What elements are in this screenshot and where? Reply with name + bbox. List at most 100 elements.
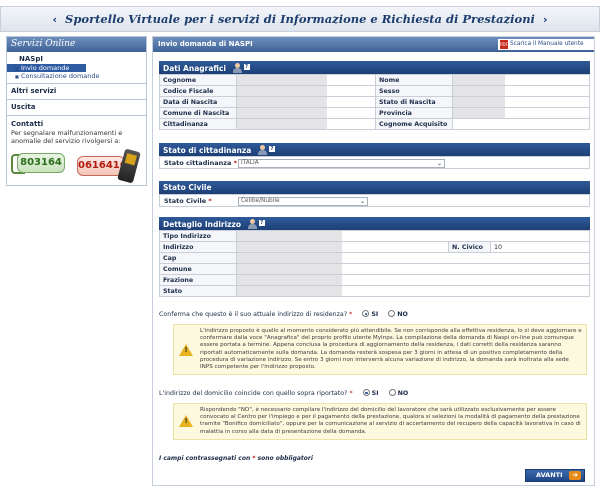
question-residenza: Conferma che questo è il suo attuale ind…: [159, 310, 408, 318]
section-header: Stato Civile: [159, 181, 590, 194]
person-icon: [247, 219, 258, 229]
indirizzo-table: Tipo Indirizzo Indirizzo N. Civico 10 Ca…: [159, 230, 590, 297]
note-suffix: sono obbligatori: [257, 455, 313, 462]
select-value: ITALIA: [241, 160, 259, 166]
sidebar-item-naspi[interactable]: NASpI: [7, 52, 146, 64]
required-mark: *: [252, 455, 256, 462]
label-stato: Stato: [159, 285, 237, 297]
label-stato-nascita: Stato di Nascita: [375, 96, 453, 108]
table-row: Cognome Nome: [159, 74, 590, 86]
contact-phones: 803164 06164164: [7, 148, 146, 188]
table-row: Comune di Nascita Provincia: [159, 107, 590, 119]
sidebar-item-consultazione-domande[interactable]: Consultazione domande: [7, 72, 146, 81]
table-row: Frazione: [159, 274, 590, 286]
radio-label: NO: [397, 390, 409, 397]
download-manual-link[interactable]: PDF Scarica il Manuale utente: [498, 39, 594, 50]
page-title: Invio domanda di NASPI: [158, 40, 253, 48]
phone-number-fixed: 803164: [17, 153, 65, 173]
value-provincia: [452, 107, 590, 119]
anagrafica-table: Cognome Nome Codice Fiscale Sesso Data d…: [159, 74, 590, 130]
radio-domicilio-si[interactable]: [362, 389, 370, 396]
warning-icon: [179, 343, 193, 356]
next-button[interactable]: AVANTI ➜: [525, 469, 585, 482]
pdf-icon: PDF: [500, 40, 508, 49]
value-indirizzo: [236, 241, 449, 253]
value-cognome: [236, 74, 376, 86]
section-title: Stato Civile: [163, 183, 212, 192]
contatti-title: Contatti: [11, 120, 44, 128]
required-mark: *: [233, 159, 238, 167]
label-frazione: Frazione: [159, 274, 237, 286]
person-icon: [232, 63, 243, 73]
banner-title: Sportello Virtuale per i servizi di Info…: [65, 12, 535, 26]
label-comune-nascita: Comune di Nascita: [159, 107, 237, 119]
table-row: Indirizzo N. Civico 10: [159, 241, 590, 253]
radio-residenza-si[interactable]: [362, 310, 370, 317]
required-mark: *: [208, 197, 212, 205]
help-icon[interactable]: ?: [243, 64, 250, 70]
value-cap: [236, 252, 590, 264]
required-fields-note: I campi contrassegnati con * sono obblig…: [159, 455, 313, 462]
mobile-phone-icon: [117, 148, 141, 184]
select-value: Celibe/Nubile: [241, 198, 280, 204]
sidebar-header: Servizi Online: [7, 37, 146, 52]
chevron-right-icon[interactable]: ›: [543, 13, 548, 26]
section-dati-anagrafici: Dati Anagrafici ? Cognome Nome Codice Fi…: [159, 61, 590, 130]
value-codice-fiscale: [236, 85, 376, 97]
radio-residenza-no[interactable]: [388, 310, 396, 317]
help-icon[interactable]: ?: [258, 220, 265, 226]
value-cognome-acquisito: [452, 118, 590, 130]
main-header: Invio domanda di NASPI PDF Scarica il Ma…: [153, 37, 594, 52]
warning-domicilio: Rispondendo "NO", è necessario compilare…: [173, 403, 587, 440]
warning-text: Rispondendo "NO", è necessario compilare…: [200, 407, 581, 435]
value-data-nascita: [236, 96, 376, 108]
label-civico: N. Civico: [448, 241, 491, 253]
stato-civile-select[interactable]: Celibe/Nubile ⌄: [238, 197, 368, 206]
value-comune-nascita: [236, 107, 376, 119]
table-row: Data di Nascita Stato di Nascita: [159, 96, 590, 108]
section-stato-civile: Stato Civile Stato Civile * Celibe/Nubil…: [159, 181, 590, 207]
question-text: Conferma che questo è il suo attuale ind…: [159, 311, 348, 318]
download-manual-label: Scarica il Manuale utente: [510, 41, 584, 47]
section-stato-cittadinanza: Stato di cittadinanza ? Stato cittadinan…: [159, 143, 590, 169]
sidebar-item-invio-domande[interactable]: Invio domande: [7, 64, 86, 73]
question-domicilio: L'indirizzo del domicilio coincide con q…: [159, 389, 408, 397]
field-stato-civile: Stato Civile * Celibe/Nubile ⌄: [159, 194, 590, 207]
label-codice-fiscale: Codice Fiscale: [159, 85, 237, 97]
label-provincia: Provincia: [375, 107, 453, 119]
sidebar-item-uscita[interactable]: Uscita: [7, 100, 146, 112]
table-row: Tipo Indirizzo: [159, 230, 590, 242]
warning-text: L'indirizzo proposto è quello al momento…: [200, 328, 582, 371]
label-comune: Comune: [159, 263, 237, 275]
warning-icon: [179, 415, 193, 428]
note-prefix: I campi contrassegnati con: [159, 455, 251, 462]
section-header: Dettaglio Indirizzo ?: [159, 217, 590, 230]
section-dettaglio-indirizzo: Dettaglio Indirizzo ? Tipo Indirizzo Ind…: [159, 217, 590, 297]
label-cognome: Cognome: [159, 74, 237, 86]
next-button-label: AVANTI: [536, 471, 563, 479]
chevron-down-icon: ⌄: [436, 160, 442, 167]
table-row: Codice Fiscale Sesso: [159, 85, 590, 97]
section-title: Stato di cittadinanza: [163, 146, 252, 155]
help-icon[interactable]: ?: [268, 146, 275, 152]
chevron-down-icon: ⌄: [359, 198, 365, 205]
value-civico: 10: [490, 241, 590, 253]
arrow-right-icon: ➜: [569, 471, 581, 480]
value-nome: [452, 74, 590, 86]
table-row: Stato: [159, 285, 590, 297]
label-indirizzo: Indirizzo: [159, 241, 237, 253]
value-comune: [236, 263, 590, 275]
chevron-left-icon[interactable]: ‹: [53, 13, 58, 26]
value-stato: [236, 285, 590, 297]
section-title: Dati Anagrafici: [163, 64, 226, 73]
sidebar-item-altri-servizi[interactable]: Altri servizi: [7, 84, 146, 96]
stato-cittadinanza-select[interactable]: ITALIA ⌄: [238, 159, 445, 168]
table-row: Comune: [159, 263, 590, 275]
contatti-text: Per segnalare malfunzionamenti e anomali…: [11, 129, 123, 145]
person-icon: [257, 145, 268, 155]
question-text: L'indirizzo del domicilio coincide con q…: [159, 390, 348, 397]
radio-domicilio-no[interactable]: [388, 389, 396, 396]
value-frazione: [236, 274, 590, 286]
value-tipo-indirizzo: [236, 230, 590, 242]
table-row: Cittadinanza Cognome Acquisito: [159, 118, 590, 130]
